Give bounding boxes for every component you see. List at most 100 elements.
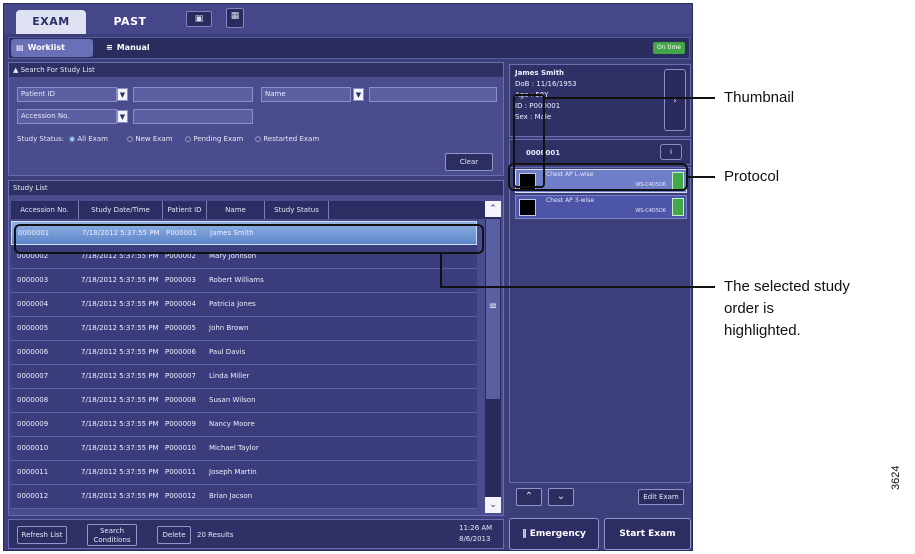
- protocol-callout: Protocol: [724, 168, 780, 185]
- cell-acc: 0000006: [17, 348, 49, 356]
- monitor-button[interactable]: ▣: [186, 11, 212, 27]
- protocol-item[interactable]: Chest AP 3-wise WS-C4D5D6: [515, 195, 687, 219]
- tab-worklist-label: Worklist: [27, 43, 65, 52]
- chevron-up-icon: ⌃: [524, 491, 534, 502]
- figure-number: 3624: [890, 465, 902, 490]
- radio-all-exam[interactable]: ◉ All Exam: [69, 135, 108, 143]
- cell-date: 7/18/2012 5:37:55 PM: [81, 324, 159, 332]
- cell-acc: 0000011: [17, 468, 49, 476]
- collapse-icon[interactable]: ▲: [13, 66, 21, 74]
- protocol-id: WS-C4D5D6: [635, 208, 666, 214]
- tab-past[interactable]: PAST: [100, 10, 160, 34]
- cell-pid: P000006: [165, 348, 196, 356]
- tab-manual[interactable]: ≡ Manual: [101, 39, 173, 57]
- col-status[interactable]: Study Status: [265, 201, 329, 219]
- cell-name: John Brown: [209, 324, 249, 332]
- table-row[interactable]: 0000011 7/18/2012 5:37:55 PM P000011 Joseph…: [11, 461, 477, 485]
- patient-expand-button[interactable]: ›: [664, 69, 686, 131]
- table-row[interactable]: 0000004 7/18/2012 5:37:55 PM P000004 Patric…: [11, 293, 477, 317]
- cell-acc: 0000008: [17, 396, 49, 404]
- search-conditions-button[interactable]: Search Conditions: [87, 524, 137, 546]
- col-patient-id[interactable]: Patient ID: [163, 201, 207, 219]
- cell-name: Susan Wilson: [209, 396, 256, 404]
- name-select[interactable]: Name: [261, 87, 351, 102]
- delete-button[interactable]: Delete: [157, 526, 191, 544]
- cell-name: Joseph Martin: [209, 468, 257, 476]
- tab-worklist[interactable]: ▤ Worklist: [11, 39, 93, 57]
- selected-leader-horizontal: [440, 286, 715, 288]
- table-row[interactable]: 0000009 7/18/2012 5:37:55 PM P000009 Nancy …: [11, 413, 477, 437]
- table-row[interactable]: 0000006 7/18/2012 5:37:55 PM P000006 Paul D…: [11, 341, 477, 365]
- radio-restarted-exam[interactable]: ○ Restarted Exam: [255, 135, 319, 143]
- scroll-down-button[interactable]: ⌄: [485, 497, 501, 513]
- chevron-down-icon[interactable]: ▼: [353, 88, 364, 101]
- cell-date: 7/18/2012 5:37:55 PM: [81, 492, 159, 500]
- patient-name: James Smith: [515, 69, 565, 77]
- cell-pid: P000004: [165, 300, 196, 308]
- cell-name: Michael Taylor: [209, 444, 259, 452]
- table-row[interactable]: 0000012 7/18/2012 5:37:55 PM P000012 Brian …: [11, 485, 477, 509]
- selected-callout-line-2: order is: [724, 300, 775, 317]
- tab-exam[interactable]: EXAM: [16, 10, 86, 34]
- cell-pid: P000008: [165, 396, 196, 404]
- chevron-down-icon[interactable]: ▼: [117, 110, 128, 123]
- sub-tab-bar: ▤ Worklist ≡ Manual On time: [8, 37, 690, 59]
- search-conditions-label-1: Search: [99, 527, 125, 535]
- protocol-name: Chest AP 3-wise: [546, 197, 595, 204]
- move-up-button[interactable]: ⌃: [516, 488, 542, 506]
- accession-input[interactable]: [133, 109, 253, 124]
- cell-date: 7/18/2012 5:37:55 PM: [81, 396, 159, 404]
- name-input[interactable]: [369, 87, 497, 102]
- patient-id-select[interactable]: Patient ID: [17, 87, 117, 102]
- cell-pid: P000009: [165, 420, 196, 428]
- protocol-thumbnail: [519, 199, 536, 216]
- cell-acc: 0000012: [17, 492, 49, 500]
- table-row[interactable]: 0000008 7/18/2012 5:37:55 PM P000008 Susan …: [11, 389, 477, 413]
- manual-icon: ≡: [106, 43, 113, 52]
- selected-row-outline: [14, 224, 484, 254]
- cell-acc: 0000009: [17, 420, 49, 428]
- search-conditions-label-2: Conditions: [93, 536, 131, 544]
- cell-acc: 0000007: [17, 372, 49, 380]
- clock-date: 8/6/2013: [459, 535, 491, 543]
- move-down-button[interactable]: ⌄: [548, 488, 574, 506]
- cell-pid: P000005: [165, 324, 196, 332]
- worklist-icon: ▤: [16, 43, 24, 52]
- scrollbar[interactable]: ⌃ ≡ ⌄: [485, 201, 501, 513]
- radio-pending-exam[interactable]: ○ Pending Exam: [185, 135, 243, 143]
- col-date[interactable]: Study Date/Time: [79, 201, 163, 219]
- accession-select[interactable]: Accession No.: [17, 109, 117, 124]
- clear-button[interactable]: Clear: [445, 153, 493, 171]
- scroll-grip-icon: ≡: [488, 301, 498, 312]
- report-button[interactable]: ▦: [226, 8, 244, 28]
- radio-new-exam[interactable]: ○ New Exam: [127, 135, 173, 143]
- table-row[interactable]: 0000007 7/18/2012 5:37:55 PM P000007 Linda …: [11, 365, 477, 389]
- selected-callout-line-1: The selected study: [724, 278, 850, 295]
- report-icon: ▦: [230, 11, 240, 21]
- info-icon[interactable]: i: [660, 144, 682, 160]
- scroll-up-button[interactable]: ⌃: [485, 201, 501, 217]
- table-row[interactable]: 0000003 7/18/2012 5:37:55 PM P000003 Robert…: [11, 269, 477, 293]
- start-exam-button[interactable]: Start Exam: [604, 518, 691, 550]
- thumbnail-outline: [513, 94, 545, 188]
- thumbnail-callout: Thumbnail: [724, 89, 795, 106]
- emergency-button[interactable]: ‖ Emergency: [509, 518, 599, 550]
- cell-name: Nancy Moore: [209, 420, 255, 428]
- thumbnail-leader-line: [545, 97, 715, 99]
- cell-pid: P000007: [165, 372, 196, 380]
- clock-time: 11:26 AM: [459, 524, 493, 532]
- search-panel: ▲ Search For Study List Patient ID ▼ Nam…: [8, 62, 504, 176]
- results-count: 20 Results: [197, 531, 234, 539]
- cell-acc: 0000005: [17, 324, 49, 332]
- cell-acc: 0000004: [17, 300, 49, 308]
- edit-exam-button[interactable]: Edit Exam: [638, 489, 684, 505]
- cell-acc: 0000003: [17, 276, 49, 284]
- patient-id-input[interactable]: [133, 87, 253, 102]
- protocol-leader-line: [688, 176, 715, 178]
- table-row[interactable]: 0000005 7/18/2012 5:37:55 PM P000005 John B…: [11, 317, 477, 341]
- refresh-list-button[interactable]: Refresh List: [17, 526, 67, 544]
- col-accession[interactable]: Accession No.: [11, 201, 79, 219]
- chevron-down-icon[interactable]: ▼: [117, 88, 128, 101]
- col-name[interactable]: Name: [207, 201, 265, 219]
- table-row[interactable]: 0000010 7/18/2012 5:37:55 PM P000010 Michae…: [11, 437, 477, 461]
